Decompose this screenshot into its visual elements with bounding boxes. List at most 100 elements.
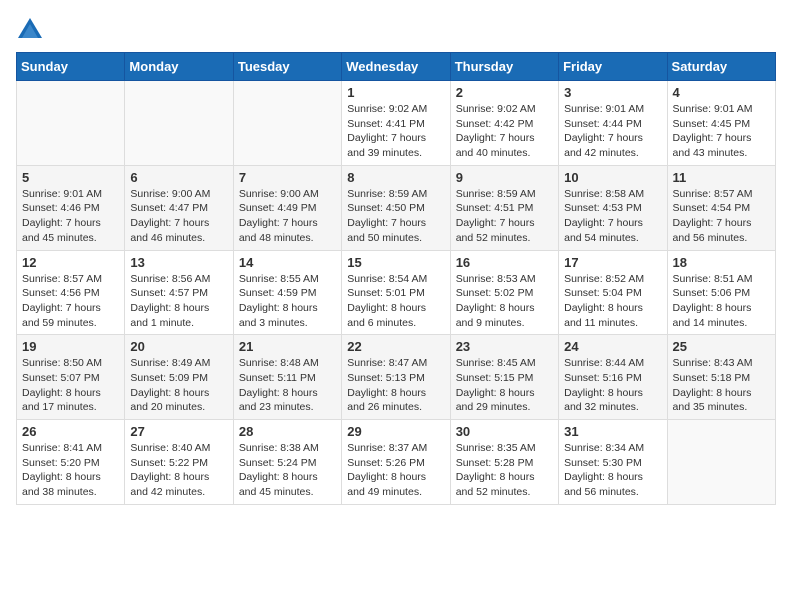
day-info: Sunrise: 8:41 AM Sunset: 5:20 PM Dayligh…	[22, 441, 119, 500]
calendar-day-cell: 14 Sunrise: 8:55 AM Sunset: 4:59 PM Dayli…	[233, 250, 341, 335]
day-info: Sunrise: 8:38 AM Sunset: 5:24 PM Dayligh…	[239, 441, 336, 500]
day-info: Sunrise: 8:57 AM Sunset: 4:56 PM Dayligh…	[22, 272, 119, 331]
day-number: 23	[456, 339, 553, 354]
day-number: 24	[564, 339, 661, 354]
day-info: Sunrise: 9:00 AM Sunset: 4:47 PM Dayligh…	[130, 187, 227, 246]
calendar-day-cell	[667, 420, 775, 505]
day-number: 8	[347, 170, 444, 185]
calendar-day-cell: 17 Sunrise: 8:52 AM Sunset: 5:04 PM Dayli…	[559, 250, 667, 335]
day-info: Sunrise: 8:51 AM Sunset: 5:06 PM Dayligh…	[673, 272, 770, 331]
calendar-day-cell: 18 Sunrise: 8:51 AM Sunset: 5:06 PM Dayli…	[667, 250, 775, 335]
day-info: Sunrise: 8:59 AM Sunset: 4:50 PM Dayligh…	[347, 187, 444, 246]
day-of-week-header: Friday	[559, 53, 667, 81]
calendar-table: SundayMondayTuesdayWednesdayThursdayFrid…	[16, 52, 776, 505]
day-of-week-header: Wednesday	[342, 53, 450, 81]
day-info: Sunrise: 9:01 AM Sunset: 4:46 PM Dayligh…	[22, 187, 119, 246]
calendar-day-cell	[17, 81, 125, 166]
day-info: Sunrise: 8:35 AM Sunset: 5:28 PM Dayligh…	[456, 441, 553, 500]
logo-icon	[16, 16, 44, 44]
day-number: 12	[22, 255, 119, 270]
day-info: Sunrise: 9:01 AM Sunset: 4:45 PM Dayligh…	[673, 102, 770, 161]
day-info: Sunrise: 8:37 AM Sunset: 5:26 PM Dayligh…	[347, 441, 444, 500]
day-number: 5	[22, 170, 119, 185]
day-info: Sunrise: 9:00 AM Sunset: 4:49 PM Dayligh…	[239, 187, 336, 246]
calendar-day-cell: 30 Sunrise: 8:35 AM Sunset: 5:28 PM Dayli…	[450, 420, 558, 505]
calendar-day-cell: 22 Sunrise: 8:47 AM Sunset: 5:13 PM Dayli…	[342, 335, 450, 420]
day-info: Sunrise: 8:57 AM Sunset: 4:54 PM Dayligh…	[673, 187, 770, 246]
day-info: Sunrise: 8:56 AM Sunset: 4:57 PM Dayligh…	[130, 272, 227, 331]
day-number: 25	[673, 339, 770, 354]
calendar-day-cell: 20Sunrise: 8:49 AM Sunset: 5:09 PM Dayli…	[125, 335, 233, 420]
day-number: 30	[456, 424, 553, 439]
day-info: Sunrise: 8:44 AM Sunset: 5:16 PM Dayligh…	[564, 356, 661, 415]
day-of-week-header: Tuesday	[233, 53, 341, 81]
day-number: 7	[239, 170, 336, 185]
calendar-day-cell: 23Sunrise: 8:45 AM Sunset: 5:15 PM Dayli…	[450, 335, 558, 420]
day-info: Sunrise: 9:01 AM Sunset: 4:44 PM Dayligh…	[564, 102, 661, 161]
calendar-day-cell: 25 Sunrise: 8:43 AM Sunset: 5:18 PM Dayli…	[667, 335, 775, 420]
calendar-day-cell: 24 Sunrise: 8:44 AM Sunset: 5:16 PM Dayli…	[559, 335, 667, 420]
calendar-day-cell: 2 Sunrise: 9:02 AM Sunset: 4:42 PM Daylig…	[450, 81, 558, 166]
calendar-day-cell: 10Sunrise: 8:58 AM Sunset: 4:53 PM Dayli…	[559, 165, 667, 250]
calendar-day-cell: 11 Sunrise: 8:57 AM Sunset: 4:54 PM Dayli…	[667, 165, 775, 250]
calendar-day-cell: 29 Sunrise: 8:37 AM Sunset: 5:26 PM Dayli…	[342, 420, 450, 505]
calendar-day-cell: 6 Sunrise: 9:00 AM Sunset: 4:47 PM Daylig…	[125, 165, 233, 250]
calendar-day-cell	[233, 81, 341, 166]
day-info: Sunrise: 9:02 AM Sunset: 4:42 PM Dayligh…	[456, 102, 553, 161]
calendar-day-cell: 27 Sunrise: 8:40 AM Sunset: 5:22 PM Dayli…	[125, 420, 233, 505]
calendar-week-row: 12 Sunrise: 8:57 AM Sunset: 4:56 PM Dayli…	[17, 250, 776, 335]
calendar-header-row: SundayMondayTuesdayWednesdayThursdayFrid…	[17, 53, 776, 81]
day-number: 11	[673, 170, 770, 185]
day-number: 27	[130, 424, 227, 439]
calendar-day-cell: 28 Sunrise: 8:38 AM Sunset: 5:24 PM Dayli…	[233, 420, 341, 505]
calendar-day-cell: 1Sunrise: 9:02 AM Sunset: 4:41 PM Daylig…	[342, 81, 450, 166]
day-number: 3	[564, 85, 661, 100]
calendar-day-cell: 19 Sunrise: 8:50 AM Sunset: 5:07 PM Dayli…	[17, 335, 125, 420]
day-info: Sunrise: 8:50 AM Sunset: 5:07 PM Dayligh…	[22, 356, 119, 415]
day-info: Sunrise: 8:40 AM Sunset: 5:22 PM Dayligh…	[130, 441, 227, 500]
calendar-day-cell: 9Sunrise: 8:59 AM Sunset: 4:51 PM Daylig…	[450, 165, 558, 250]
day-info: Sunrise: 8:48 AM Sunset: 5:11 PM Dayligh…	[239, 356, 336, 415]
day-info: Sunrise: 8:54 AM Sunset: 5:01 PM Dayligh…	[347, 272, 444, 331]
day-number: 17	[564, 255, 661, 270]
day-number: 31	[564, 424, 661, 439]
day-number: 28	[239, 424, 336, 439]
calendar-day-cell: 13 Sunrise: 8:56 AM Sunset: 4:57 PM Dayli…	[125, 250, 233, 335]
logo	[16, 16, 48, 44]
day-number: 9	[456, 170, 553, 185]
day-info: Sunrise: 8:43 AM Sunset: 5:18 PM Dayligh…	[673, 356, 770, 415]
calendar-day-cell: 21Sunrise: 8:48 AM Sunset: 5:11 PM Dayli…	[233, 335, 341, 420]
day-of-week-header: Saturday	[667, 53, 775, 81]
day-info: Sunrise: 8:55 AM Sunset: 4:59 PM Dayligh…	[239, 272, 336, 331]
day-number: 14	[239, 255, 336, 270]
day-number: 18	[673, 255, 770, 270]
day-number: 26	[22, 424, 119, 439]
day-of-week-header: Monday	[125, 53, 233, 81]
calendar-day-cell: 31Sunrise: 8:34 AM Sunset: 5:30 PM Dayli…	[559, 420, 667, 505]
day-number: 2	[456, 85, 553, 100]
calendar-day-cell	[125, 81, 233, 166]
day-number: 6	[130, 170, 227, 185]
calendar-week-row: 5 Sunrise: 9:01 AM Sunset: 4:46 PM Daylig…	[17, 165, 776, 250]
day-number: 29	[347, 424, 444, 439]
day-number: 19	[22, 339, 119, 354]
day-info: Sunrise: 8:53 AM Sunset: 5:02 PM Dayligh…	[456, 272, 553, 331]
calendar-day-cell: 3 Sunrise: 9:01 AM Sunset: 4:44 PM Daylig…	[559, 81, 667, 166]
calendar-day-cell: 15Sunrise: 8:54 AM Sunset: 5:01 PM Dayli…	[342, 250, 450, 335]
calendar-day-cell: 8 Sunrise: 8:59 AM Sunset: 4:50 PM Daylig…	[342, 165, 450, 250]
calendar-week-row: 1Sunrise: 9:02 AM Sunset: 4:41 PM Daylig…	[17, 81, 776, 166]
day-number: 4	[673, 85, 770, 100]
day-number: 22	[347, 339, 444, 354]
calendar-day-cell: 7 Sunrise: 9:00 AM Sunset: 4:49 PM Daylig…	[233, 165, 341, 250]
day-number: 16	[456, 255, 553, 270]
calendar-day-cell: 5 Sunrise: 9:01 AM Sunset: 4:46 PM Daylig…	[17, 165, 125, 250]
day-number: 20	[130, 339, 227, 354]
day-info: Sunrise: 8:47 AM Sunset: 5:13 PM Dayligh…	[347, 356, 444, 415]
calendar-day-cell: 16 Sunrise: 8:53 AM Sunset: 5:02 PM Dayli…	[450, 250, 558, 335]
day-info: Sunrise: 8:52 AM Sunset: 5:04 PM Dayligh…	[564, 272, 661, 331]
calendar-week-row: 26 Sunrise: 8:41 AM Sunset: 5:20 PM Dayli…	[17, 420, 776, 505]
day-number: 13	[130, 255, 227, 270]
day-of-week-header: Thursday	[450, 53, 558, 81]
day-info: Sunrise: 8:58 AM Sunset: 4:53 PM Dayligh…	[564, 187, 661, 246]
day-of-week-header: Sunday	[17, 53, 125, 81]
